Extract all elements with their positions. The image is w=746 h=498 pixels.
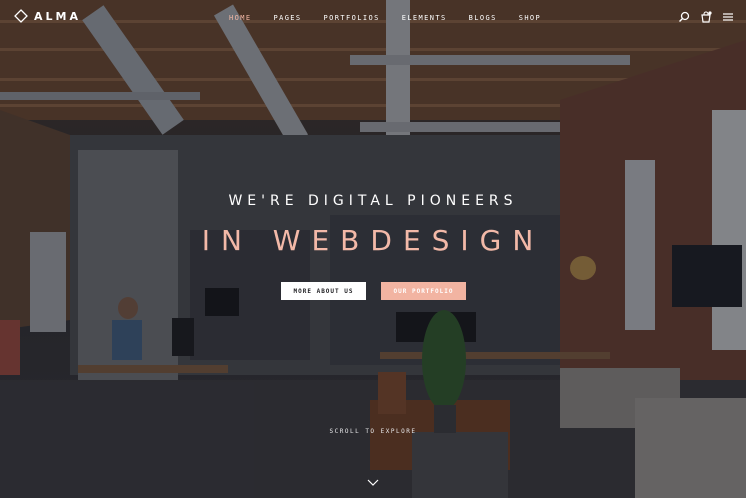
main-navigation: HOME PAGES PORTFOLIOS ELEMENTS BLOGS SHO… xyxy=(229,14,563,22)
nav-item-pages[interactable]: PAGES xyxy=(273,14,301,22)
hero-headline: IN WEBDESIGN xyxy=(201,224,545,257)
brand-name: ALMA xyxy=(34,9,81,23)
nav-item-shop[interactable]: SHOP xyxy=(519,14,541,22)
nav-item-elements[interactable]: ELEMENTS xyxy=(402,14,447,22)
brand-logo[interactable]: ALMA xyxy=(14,9,81,23)
hero-section: ALMA HOME PAGES PORTFOLIOS ELEMENTS BLOG… xyxy=(0,0,746,498)
header-tools xyxy=(678,11,734,23)
hero-tagline: WE'RE DIGITAL PIONEERS xyxy=(228,193,518,209)
nav-item-portfolios[interactable]: PORTFOLIOS xyxy=(324,14,380,22)
nav-item-blogs[interactable]: BLOGS xyxy=(469,14,497,22)
diamond-logo-icon xyxy=(14,9,28,23)
our-portfolio-button[interactable]: OUR PORTFOLIO xyxy=(381,282,466,300)
scroll-to-explore-label: SCROLL TO EXPLORE xyxy=(329,428,417,435)
search-icon[interactable] xyxy=(678,11,690,23)
nav-item-home[interactable]: HOME xyxy=(229,14,251,22)
chevron-down-icon[interactable] xyxy=(367,479,379,487)
shopping-bag-icon[interactable] xyxy=(700,11,712,23)
hamburger-menu-icon[interactable] xyxy=(722,11,734,23)
more-about-us-button[interactable]: MORE ABOUT US xyxy=(281,282,366,300)
